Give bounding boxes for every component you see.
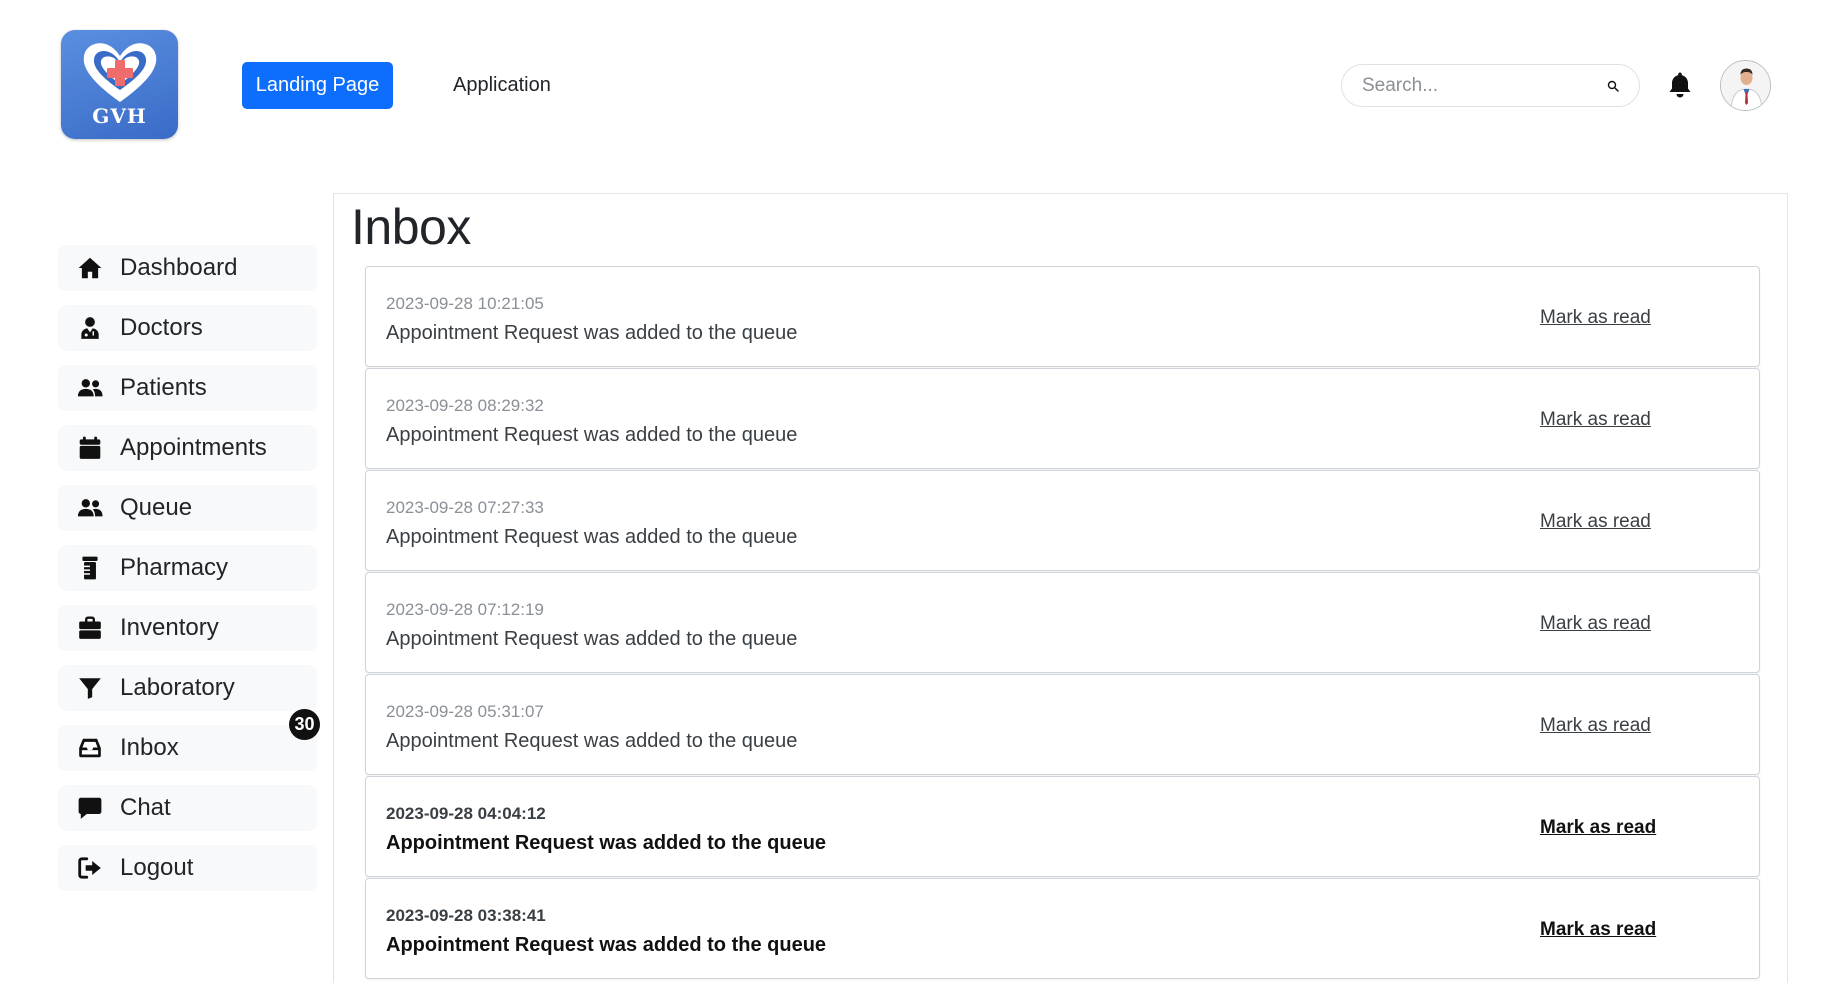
message-text: Appointment Request was added to the que… — [386, 628, 798, 650]
search-icon[interactable] — [1607, 75, 1619, 97]
comment-icon — [76, 794, 104, 822]
sidebar-item-inbox[interactable]: Inbox 30 — [58, 709, 320, 771]
message-text: Appointment Request was added to the que… — [386, 424, 798, 446]
sidebar-item-queue[interactable]: Queue — [58, 485, 317, 531]
heart-cross-icon — [83, 43, 156, 102]
mark-as-read-link[interactable]: Mark as read — [1540, 409, 1651, 431]
message-timestamp: 2023-09-28 08:29:32 — [386, 396, 544, 415]
main-content: Inbox 2023-09-28 10:21:05 Appointment Re… — [333, 193, 1788, 983]
user-avatar[interactable] — [1720, 60, 1771, 111]
sign-out-icon — [76, 854, 104, 882]
brand-logo[interactable]: GVH — [61, 30, 178, 139]
message-timestamp: 2023-09-28 05:31:07 — [386, 702, 544, 721]
mark-as-read-link[interactable]: Mark as read — [1540, 613, 1651, 635]
home-icon — [76, 254, 104, 282]
sidebar-item-label: Logout — [120, 854, 194, 881]
sidebar-item-dashboard[interactable]: Dashboard — [58, 245, 317, 291]
users-icon — [76, 374, 104, 402]
users-icon — [76, 494, 104, 522]
sidebar-item-label: Patients — [120, 374, 207, 401]
message-timestamp: 2023-09-28 03:38:41 — [386, 906, 546, 925]
filter-icon — [76, 674, 104, 702]
mark-as-read-link[interactable]: Mark as read — [1540, 307, 1651, 329]
sidebar-item-chat[interactable]: Chat — [58, 785, 317, 831]
inbox-icon — [76, 734, 104, 762]
message-row[interactable]: 2023-09-28 10:21:05 Appointment Request … — [365, 266, 1760, 367]
box-icon — [76, 614, 104, 642]
sidebar-item-doctors[interactable]: Doctors — [58, 305, 317, 351]
sidebar-item-label: Dashboard — [120, 254, 238, 281]
message-row[interactable]: 2023-09-28 05:31:07 Appointment Request … — [365, 674, 1760, 775]
mark-as-read-link[interactable]: Mark as read — [1540, 715, 1651, 737]
message-timestamp: 2023-09-28 07:12:19 — [386, 600, 544, 619]
sidebar-item-appointments[interactable]: Appointments — [58, 425, 317, 471]
application-link[interactable]: Application — [436, 62, 568, 109]
page-title: Inbox — [351, 199, 471, 255]
sidebar-item-label: Laboratory — [120, 674, 235, 701]
sidebar-item-inventory[interactable]: Inventory — [58, 605, 317, 651]
logo-text: GVH — [92, 104, 147, 128]
doctor-icon — [76, 314, 104, 342]
message-row[interactable]: 2023-09-28 07:27:33 Appointment Request … — [365, 470, 1760, 571]
landing-page-button[interactable]: Landing Page — [242, 62, 393, 109]
mark-as-read-link[interactable]: Mark as read — [1540, 511, 1651, 533]
mark-as-read-link[interactable]: Mark as read — [1540, 817, 1656, 839]
sidebar-item-label: Chat — [120, 794, 171, 821]
message-row[interactable]: 2023-09-28 07:12:19 Appointment Request … — [365, 572, 1760, 673]
sidebar-item-label: Queue — [120, 494, 193, 521]
sidebar-item-label: Doctors — [120, 314, 203, 341]
inbox-count-badge: 30 — [289, 709, 320, 740]
sidebar-item-patients[interactable]: Patients — [58, 365, 317, 411]
calendar-icon — [76, 434, 104, 462]
message-text: Appointment Request was added to the que… — [386, 730, 798, 752]
doctor-avatar-icon — [1721, 61, 1770, 110]
message-row[interactable]: 2023-09-28 03:38:41 Appointment Request … — [365, 878, 1760, 979]
message-timestamp: 2023-09-28 10:21:05 — [386, 294, 544, 313]
message-text: Appointment Request was added to the que… — [386, 322, 798, 344]
bell-icon[interactable] — [1668, 71, 1692, 99]
message-list: 2023-09-28 10:21:05 Appointment Request … — [365, 266, 1760, 980]
message-timestamp: 2023-09-28 04:04:12 — [386, 804, 546, 823]
sidebar-item-laboratory[interactable]: Laboratory — [58, 665, 317, 711]
search-input[interactable] — [1362, 74, 1607, 97]
message-text: Appointment Request was added to the que… — [386, 526, 798, 548]
sidebar-item-logout[interactable]: Logout — [58, 845, 317, 891]
message-text: Appointment Request was added to the que… — [386, 934, 827, 956]
message-row[interactable]: 2023-09-28 04:04:12 Appointment Request … — [365, 776, 1760, 877]
message-text: Appointment Request was added to the que… — [386, 832, 827, 854]
sidebar-item-label: Inventory — [120, 614, 219, 641]
sidebar: Dashboard Doctors Patients Appointments … — [58, 245, 320, 905]
prescription-bottle-icon — [76, 554, 104, 582]
sidebar-item-pharmacy[interactable]: Pharmacy — [58, 545, 317, 591]
message-timestamp: 2023-09-28 07:27:33 — [386, 498, 544, 517]
sidebar-item-label: Appointments — [120, 434, 267, 461]
message-row[interactable]: 2023-09-28 08:29:32 Appointment Request … — [365, 368, 1760, 469]
sidebar-item-label: Pharmacy — [120, 554, 229, 581]
sidebar-item-label: Inbox — [120, 734, 179, 761]
search-bar — [1341, 64, 1640, 107]
mark-as-read-link[interactable]: Mark as read — [1540, 919, 1656, 941]
